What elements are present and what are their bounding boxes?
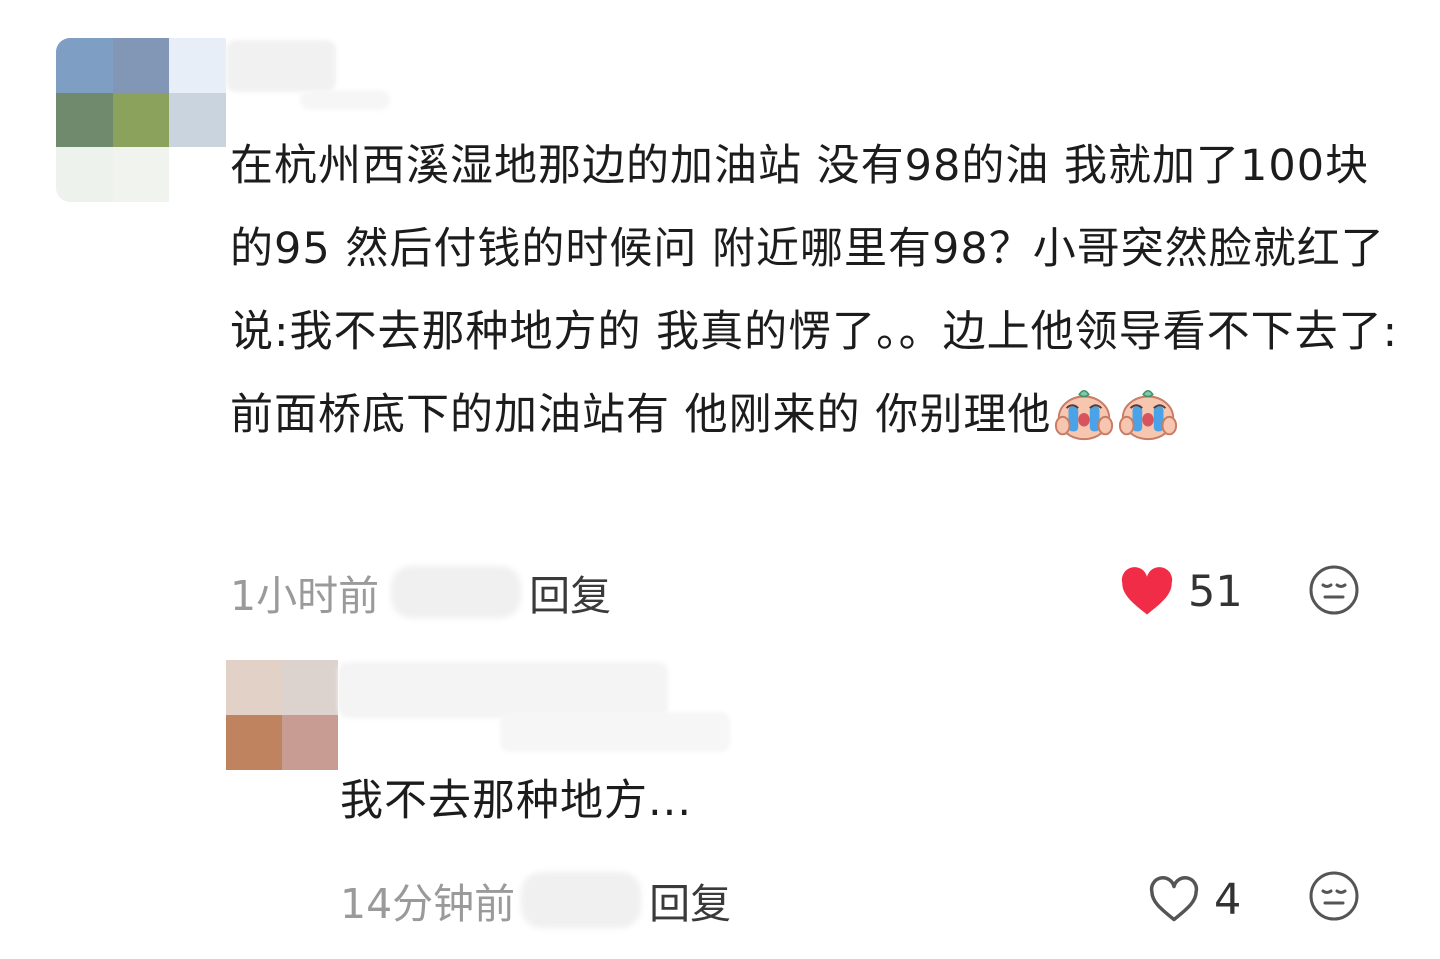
username-blurred[interactable] [226, 40, 336, 92]
crying-face-emoji [1119, 389, 1178, 441]
comment-text: 我不去那种地方... [340, 776, 693, 826]
reply-button[interactable]: 回复 [649, 870, 731, 930]
timestamp: 1小时前 [230, 572, 380, 620]
username-blurred [500, 712, 730, 752]
heart-outline-icon [1149, 876, 1199, 922]
comment-meta: 14分钟前 回复 [340, 868, 731, 932]
meh-face-icon[interactable] [1308, 564, 1360, 616]
reply-button[interactable]: 回复 [529, 562, 611, 622]
comment-body: 在杭州西溪湿地那边的加油站 没有98的油 我就加了100块的95 然后付钱的时候… [230, 125, 1400, 457]
location-blurred [521, 872, 642, 928]
avatar[interactable] [56, 38, 226, 202]
username-blurred [300, 90, 390, 110]
timestamp: 14分钟前 [340, 880, 516, 928]
like-count: 4 [1214, 875, 1242, 925]
like-button[interactable]: 4 [1148, 868, 1241, 932]
comment-thread: 在杭州西溪湿地那边的加油站 没有98的油 我就加了100块的95 然后付钱的时候… [0, 0, 1440, 959]
location-blurred [391, 566, 522, 618]
comment-body: 我不去那种地方... [340, 760, 1240, 843]
username-blurred[interactable] [338, 662, 668, 718]
comment-meta: 1小时前 回复 [230, 560, 611, 624]
avatar[interactable] [226, 660, 338, 770]
heart-filled-icon [1121, 567, 1173, 615]
crying-face-emoji [1055, 389, 1114, 441]
meh-face-icon[interactable] [1308, 870, 1360, 922]
like-count: 51 [1188, 567, 1243, 617]
comment-text: 在杭州西溪湿地那边的加油站 没有98的油 我就加了100块的95 然后付钱的时候… [230, 141, 1399, 440]
like-button[interactable]: 51 [1120, 560, 1243, 624]
